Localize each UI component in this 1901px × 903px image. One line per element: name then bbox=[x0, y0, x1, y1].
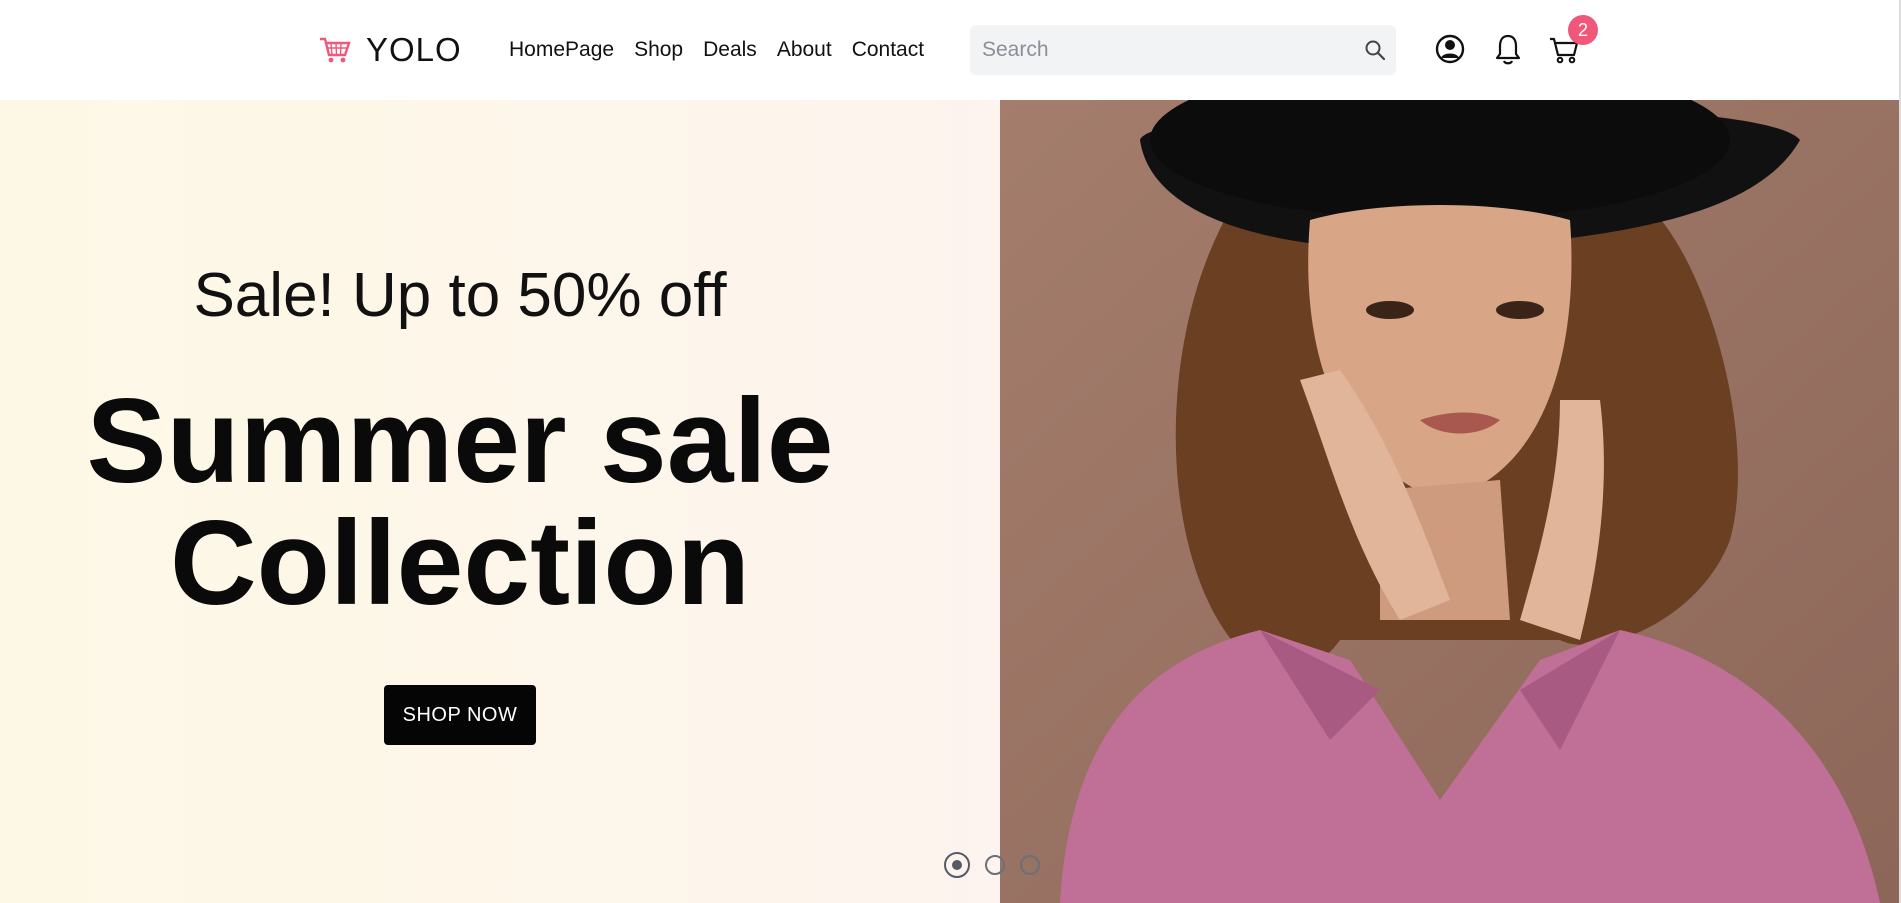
nav-contact[interactable]: Contact bbox=[852, 38, 924, 62]
nav-about[interactable]: About bbox=[777, 38, 832, 62]
shop-now-button[interactable]: SHOP NOW bbox=[384, 685, 536, 745]
model-photo-illustration bbox=[1000, 100, 1900, 903]
cart-count-badge: 2 bbox=[1568, 15, 1598, 45]
nav-shop[interactable]: Shop bbox=[634, 38, 683, 62]
carousel-dot-3[interactable] bbox=[1020, 855, 1040, 875]
nav-deals[interactable]: Deals bbox=[703, 38, 757, 62]
carousel-dot-1[interactable] bbox=[944, 852, 970, 878]
headline-line-2: Collection bbox=[169, 496, 751, 630]
headline-line-1: Summer sale bbox=[86, 374, 834, 508]
hero-headline: Summer sale Collection bbox=[0, 380, 920, 624]
logo[interactable]: YOLO bbox=[318, 30, 462, 70]
carousel-dots bbox=[944, 852, 1055, 878]
hero-banner: Sale! Up to 50% off Summer sale Collecti… bbox=[0, 100, 1000, 903]
logo-text: YOLO bbox=[366, 31, 462, 68]
hero-model-image bbox=[1000, 100, 1900, 903]
user-account-icon[interactable] bbox=[1434, 32, 1466, 66]
search-icon[interactable] bbox=[1364, 39, 1386, 61]
nav-homepage[interactable]: HomePage bbox=[509, 38, 614, 62]
cart-logo-icon bbox=[320, 37, 351, 63]
search-input[interactable] bbox=[980, 37, 1344, 63]
sale-text: Sale! Up to 50% off bbox=[193, 261, 727, 330]
site-header: YOLO HomePage Shop Deals About Contact 2 bbox=[0, 0, 1901, 100]
main-nav: HomePage Shop Deals About Contact bbox=[509, 30, 944, 70]
carousel-dot-2[interactable] bbox=[985, 855, 1005, 875]
search-box bbox=[970, 25, 1396, 75]
notification-bell-icon[interactable] bbox=[1492, 32, 1524, 66]
